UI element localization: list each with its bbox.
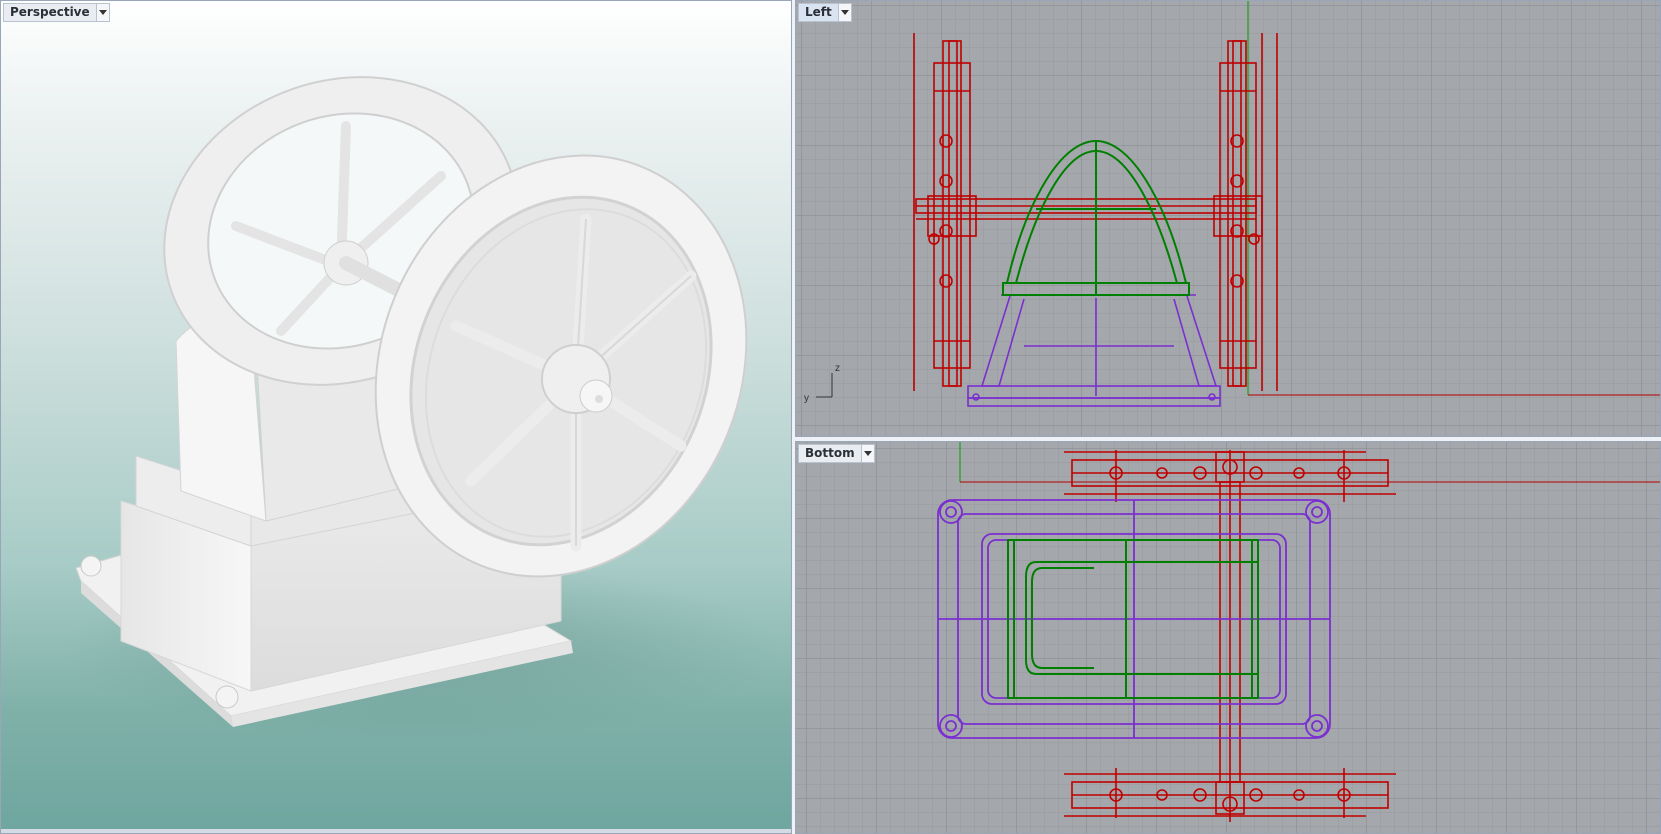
bottom-viewport[interactable]: Bottom	[795, 441, 1661, 834]
perspective-viewport-tab[interactable]: Perspective	[3, 3, 110, 22]
bottom-viewport-tab[interactable]: Bottom	[798, 444, 875, 463]
dropdown-arrow-icon[interactable]	[860, 445, 874, 462]
z-axis-label: z	[835, 363, 840, 374]
perspective-viewport[interactable]: Perspective	[0, 0, 792, 834]
bottom-view-wireframe	[796, 442, 1660, 833]
viewport-title[interactable]: Bottom	[799, 445, 861, 462]
y-axis-label: y	[804, 393, 809, 404]
left-viewport[interactable]: Left z y	[795, 0, 1661, 437]
left-view-wireframe: z y	[796, 1, 1660, 436]
rendered-model	[61, 76, 781, 741]
viewport-title[interactable]: Perspective	[4, 4, 96, 21]
viewport-title[interactable]: Left	[799, 4, 838, 21]
status-strip	[1, 829, 791, 833]
left-viewport-tab[interactable]: Left	[798, 3, 852, 22]
dropdown-arrow-icon[interactable]	[837, 4, 851, 21]
dropdown-arrow-icon[interactable]	[95, 4, 109, 21]
